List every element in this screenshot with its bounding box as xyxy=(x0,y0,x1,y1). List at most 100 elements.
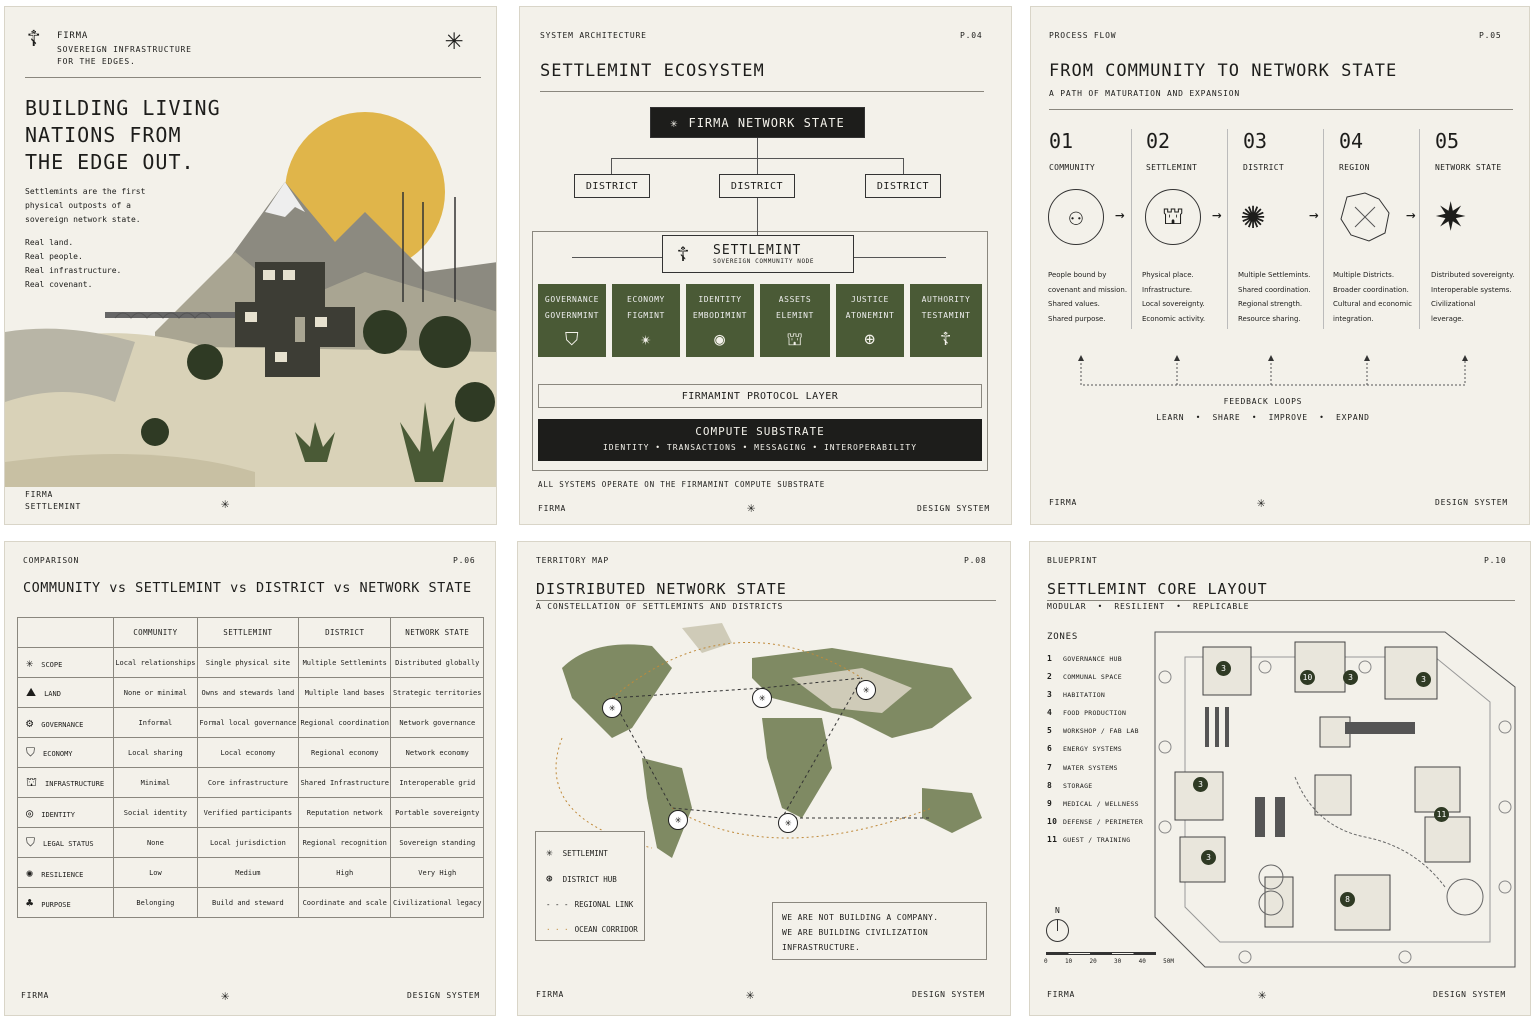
scale-bar xyxy=(1046,952,1156,955)
tagline-2: FOR THE EDGES. xyxy=(57,57,136,66)
footer-brand: FIRMA xyxy=(538,504,567,513)
anchor-icon: ☦ xyxy=(940,329,952,350)
temple-icon: ⛫ xyxy=(786,329,804,350)
zone-label: GOVERNANCE HUB xyxy=(1063,655,1122,663)
zone-label: COMMUNAL SPACE xyxy=(1063,673,1122,682)
compute-subtitle: IDENTITY • TRANSACTIONS • MESSAGING • IN… xyxy=(602,443,918,452)
column-header: NETWORK STATE xyxy=(390,617,484,648)
arrow-icon: → xyxy=(1309,205,1319,224)
module-codename: ELEMINT xyxy=(776,311,814,320)
page-number: P.08 xyxy=(964,556,987,565)
cell: Single physical site xyxy=(196,647,299,678)
section-label: BLUEPRINT xyxy=(1047,556,1098,565)
spark-icon: ✴ xyxy=(640,329,652,350)
cell: Sovereign standing xyxy=(390,827,484,858)
module-name: IDENTITY xyxy=(698,295,742,304)
brand-name: FIRMA xyxy=(57,31,89,41)
star-icon: ✳ xyxy=(221,988,230,1004)
quote-line: WE ARE NOT BUILDING A COMPANY. xyxy=(782,913,939,922)
ocean-corridor-icon: · · · xyxy=(546,925,569,934)
footer-brand: FIRMA xyxy=(25,490,54,499)
comparison-panel: COMPARISON P.06 COMMUNITY vs SETTLEMINT … xyxy=(4,541,496,1016)
module-name: GOVERNANCE xyxy=(544,295,600,304)
cell: Local jurisdiction xyxy=(196,827,299,858)
panel-title: FROM COMMUNITY TO NETWORK STATE xyxy=(1049,61,1398,81)
tree-icon: ♣ xyxy=(26,895,34,910)
cell: Owns and stewards land xyxy=(196,677,299,708)
step-1-description: People bound by covenant and mission. Shar… xyxy=(1048,268,1127,326)
cell: Verified participants xyxy=(196,797,299,828)
star-icon: ✳ xyxy=(670,115,679,130)
zone-label: DEFENSE / PERIMETER xyxy=(1063,817,1144,826)
feedback-subtitle: LEARN • SHARE • IMPROVE • EXPAND xyxy=(1156,413,1370,422)
district-hub-marker: ✳ xyxy=(856,680,876,700)
star-burst-icon: ✷ xyxy=(1435,183,1467,243)
cell: Regional coordination xyxy=(297,707,392,738)
scale-tick: 20 xyxy=(1089,958,1097,965)
step-number: 04 xyxy=(1339,129,1364,153)
star-icon: ✳ xyxy=(1258,987,1267,1003)
desc-line: Shared values. xyxy=(1048,300,1100,308)
row-label: RESILIENCE xyxy=(41,870,84,879)
module-codename: EMBODIMINT xyxy=(692,311,748,320)
zone-label: FOOD PRODUCTION xyxy=(1063,709,1127,718)
step-number: 05 xyxy=(1435,129,1460,153)
zone-label: WATER SYSTEMS xyxy=(1063,763,1118,772)
page-number: P.10 xyxy=(1484,556,1507,565)
table-row: ⛰ LAND None or minimal Owns and stewards la… xyxy=(17,677,484,708)
cell: Regional economy xyxy=(297,737,392,768)
module-codename: GOVERNMINT xyxy=(544,311,600,320)
scale-tick: 0 xyxy=(1044,958,1048,965)
tagline-1: SOVEREIGN INFRASTRUCTURE xyxy=(57,45,192,54)
zone-marker: 10 xyxy=(1300,670,1315,685)
cell: Local sharing xyxy=(113,737,198,768)
module-authority: AUTHORITY TESTAMINT ☦ xyxy=(910,284,982,357)
desc-line: Infrastructure. xyxy=(1142,285,1193,294)
table-row: ◎ IDENTITY Social identity Verified partici… xyxy=(17,797,484,828)
feedback-title: FEEDBACK LOOPS xyxy=(1223,397,1303,406)
scale-tick: 10 xyxy=(1064,958,1073,965)
step-1: 01 COMMUNITY xyxy=(1049,129,1139,172)
page-number: P.04 xyxy=(960,31,983,40)
step-title: SETTLEMINT xyxy=(1146,163,1198,172)
fingerprint-icon: ◎ xyxy=(26,805,34,820)
cell: Reputation network xyxy=(297,797,392,828)
step-title: COMMUNITY xyxy=(1049,163,1096,172)
step-5: 05 NETWORK STATE xyxy=(1435,129,1525,172)
desc-line: People bound by xyxy=(1048,271,1107,279)
territory-panel: TERRITORY MAP P.08 DISTRIBUTED NETWORK S… xyxy=(517,541,1011,1016)
shield-icon: ⛉ xyxy=(564,329,580,350)
desc-line: Broader coordination. xyxy=(1333,285,1409,294)
step-number: 03 xyxy=(1243,129,1268,153)
module-economy: ECONOMY FIGMINT ✴ xyxy=(612,284,680,357)
desc-line: Multiple Districts. xyxy=(1333,271,1395,279)
cell: Low xyxy=(113,857,198,888)
cell: Regional recognition xyxy=(297,827,392,858)
desc-line: Shared coordination. xyxy=(1238,285,1311,294)
protocol-layer: FIRMAMINT PROTOCOL LAYER xyxy=(538,384,982,408)
legend-label: OCEAN CORRIDOR xyxy=(574,925,638,934)
architecture-panel: SYSTEM ARCHITECTURE P.04 SETTLEMINT ECOS… xyxy=(519,6,1012,525)
district-hub-marker: ✳ xyxy=(668,810,688,830)
desc-line: Multiple Settlemints. xyxy=(1238,271,1311,279)
zones-heading: ZONES xyxy=(1047,632,1079,642)
network-hub-icon: ✺ xyxy=(1241,192,1266,238)
regional-link-icon: - - - xyxy=(546,900,569,909)
table-row: ✳ SCOPE Local relationships Single physical… xyxy=(17,647,484,678)
row-label: PURPOSE xyxy=(41,900,71,909)
desc-line: integration. xyxy=(1333,314,1374,323)
section-label: SYSTEM ARCHITECTURE xyxy=(540,31,647,40)
desc-line: Civilizational xyxy=(1431,300,1476,308)
cell: Network governance xyxy=(390,707,484,738)
arrow-icon: → xyxy=(1406,205,1416,224)
cell: Interoperable grid xyxy=(390,767,484,798)
cell: Build and steward xyxy=(196,887,299,918)
panel-subtitle: A CONSTELLATION OF SETTLEMINTS AND DISTR… xyxy=(536,602,784,611)
compass-star-icon: ✳ xyxy=(445,22,464,57)
feedback-loop-lines xyxy=(1078,355,1468,386)
district-hub-marker: ✳ xyxy=(778,813,798,833)
firma-logo-icon: ☦ xyxy=(27,27,41,52)
cell: Coordinate and scale xyxy=(297,887,392,918)
zone-marker: 3 xyxy=(1216,661,1231,676)
table-row: ♣ PURPOSE Belonging Build and steward Coordi… xyxy=(17,887,484,918)
